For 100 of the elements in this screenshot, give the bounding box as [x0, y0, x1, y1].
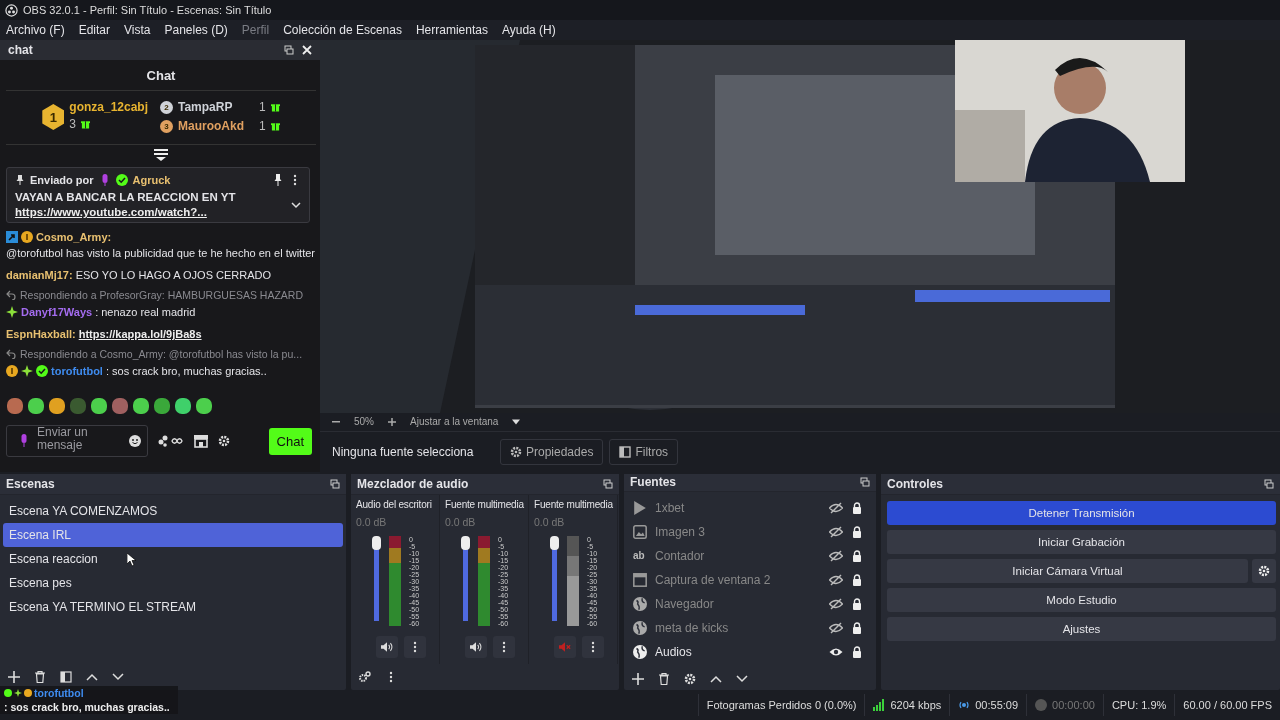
source-name[interactable]: Navegador — [655, 596, 821, 611]
scene-item[interactable]: Escena pes — [3, 571, 343, 595]
mute-button[interactable] — [465, 636, 487, 658]
lock-icon[interactable] — [851, 621, 863, 634]
settings-icon[interactable] — [684, 672, 696, 685]
chat-username[interactable]: damianMj17: — [6, 267, 73, 283]
menu-item[interactable]: Paneles (D) — [164, 23, 228, 37]
gift-icon — [81, 119, 90, 129]
chevron-down-icon[interactable] — [291, 199, 301, 210]
menu-item[interactable]: Colección de Escenas — [283, 23, 402, 37]
float-icon[interactable] — [603, 479, 613, 489]
fader-handle[interactable] — [550, 536, 559, 550]
fit-to-window-option[interactable]: Ajustar a la ventana — [410, 416, 499, 428]
fps: 60.00 / 60.00 FPS — [1174, 694, 1280, 716]
emote-icon[interactable] — [111, 397, 129, 415]
emote-icon[interactable] — [90, 397, 108, 415]
float-icon[interactable] — [284, 45, 294, 55]
caret-icon[interactable] — [512, 417, 521, 426]
channel-menu-button[interactable] — [582, 636, 604, 658]
control-button[interactable]: Iniciar Grabación — [887, 530, 1276, 554]
float-icon[interactable] — [1264, 479, 1274, 489]
fader-handle[interactable] — [461, 536, 470, 550]
emote-icon[interactable] — [195, 397, 213, 415]
menu-item[interactable]: Editar — [78, 23, 111, 37]
control-button[interactable]: Detener Transmisión — [887, 501, 1276, 525]
eye-hidden-icon[interactable] — [829, 596, 843, 611]
emoji-icon[interactable] — [129, 435, 141, 447]
move-up-icon[interactable] — [86, 671, 98, 683]
lock-icon[interactable] — [851, 501, 863, 514]
add-icon[interactable] — [632, 672, 644, 685]
pinned-label: Enviado por — [30, 174, 94, 186]
channel-menu-button[interactable] — [404, 636, 426, 658]
eye-hidden-icon[interactable] — [829, 620, 843, 635]
chat-username[interactable]: Cosmo_Army: — [36, 229, 112, 245]
zoom-in-button[interactable] — [388, 417, 396, 426]
float-icon[interactable] — [860, 477, 870, 488]
message-input-field[interactable]: Enviar un mensaje — [37, 424, 123, 458]
lock-icon[interactable] — [851, 549, 863, 562]
lock-icon[interactable] — [851, 597, 863, 610]
trash-icon[interactable] — [34, 671, 46, 683]
emote-icon[interactable] — [6, 397, 24, 415]
lock-icon[interactable] — [851, 525, 863, 538]
control-button[interactable]: Ajustes — [887, 617, 1276, 641]
emote-icon[interactable] — [132, 397, 150, 415]
add-icon[interactable] — [8, 671, 20, 683]
close-icon[interactable] — [302, 45, 312, 55]
source-name[interactable]: 1xbet — [655, 500, 821, 515]
mute-button[interactable] — [376, 636, 398, 658]
source-name[interactable]: Audios — [655, 644, 821, 659]
globe-icon — [633, 596, 647, 611]
pin-icon[interactable] — [272, 174, 284, 186]
emote-icon[interactable] — [48, 397, 66, 415]
scene-item[interactable]: Escena IRL — [3, 523, 343, 547]
lock-icon[interactable] — [851, 573, 863, 586]
settings-icon[interactable] — [218, 435, 230, 447]
trash-icon[interactable] — [658, 672, 670, 685]
lock-icon[interactable] — [851, 645, 863, 658]
filters-button[interactable]: Filtros — [609, 438, 679, 465]
float-icon[interactable] — [330, 479, 340, 489]
store-icon[interactable] — [194, 434, 208, 448]
emote-icon[interactable] — [27, 397, 45, 415]
eye-hidden-icon[interactable] — [829, 572, 843, 587]
dots-infinity-icon[interactable] — [158, 435, 184, 447]
send-chat-button[interactable]: Chat — [268, 427, 312, 455]
menu-item[interactable]: Vista — [124, 23, 151, 37]
emote-icon[interactable] — [174, 397, 192, 415]
properties-button[interactable]: Propiedades — [500, 438, 604, 465]
message-composer-field[interactable]: Enviar un mensaje — [6, 425, 148, 457]
channel-menu-button[interactable] — [493, 636, 515, 658]
source-name[interactable]: meta de kicks — [655, 620, 821, 635]
chat-message-link[interactable]: https://kappa.lol/9jBa8s — [78, 326, 202, 342]
eye-hidden-icon[interactable] — [829, 548, 843, 563]
source-name[interactable]: Contador — [655, 548, 821, 563]
chat-username[interactable]: torofutbol — [51, 363, 103, 379]
collapse-icon[interactable] — [154, 149, 168, 161]
settings-button[interactable] — [1252, 559, 1276, 583]
move-down-icon[interactable] — [112, 671, 124, 683]
source-name[interactable]: Captura de ventana 2 — [655, 572, 821, 587]
overlay-username: torofutbol — [34, 687, 84, 699]
chat-username[interactable]: EspnHaxball: — [6, 326, 76, 342]
fader-handle[interactable] — [372, 536, 381, 550]
scene-item[interactable]: Escena reaccion — [3, 547, 343, 571]
control-button[interactable]: Modo Estudio — [887, 588, 1276, 612]
menu-item[interactable]: Herramientas — [415, 23, 488, 37]
dropped-frames: Fotogramas Perdidos 0 (0.0%) — [697, 694, 865, 716]
control-button[interactable]: Iniciar Cámara Virtual — [887, 559, 1248, 583]
eye-hidden-icon[interactable] — [829, 524, 843, 539]
advanced-audio-icon[interactable] — [359, 671, 371, 683]
source-name[interactable]: Imagen 3 — [655, 524, 821, 539]
menu-item[interactable]: Archivo (F) — [6, 23, 65, 37]
filter-icon[interactable] — [60, 671, 72, 683]
scene-item[interactable]: Escena YA TERMINO EL STREAM — [3, 595, 343, 619]
menu-item[interactable]: Ayuda (H) — [501, 23, 556, 37]
eye-hidden-icon[interactable] — [829, 500, 843, 515]
sparkle-badge-icon — [21, 365, 33, 377]
emote-icon[interactable] — [153, 397, 171, 415]
pinned-link[interactable]: https://www.youtube.com/watch?... — [15, 206, 236, 218]
move-down-icon[interactable] — [736, 672, 748, 685]
scene-item[interactable]: Escena YA COMENZAMOS — [3, 499, 343, 523]
chat-username[interactable]: Danyf17Ways — [21, 304, 93, 320]
